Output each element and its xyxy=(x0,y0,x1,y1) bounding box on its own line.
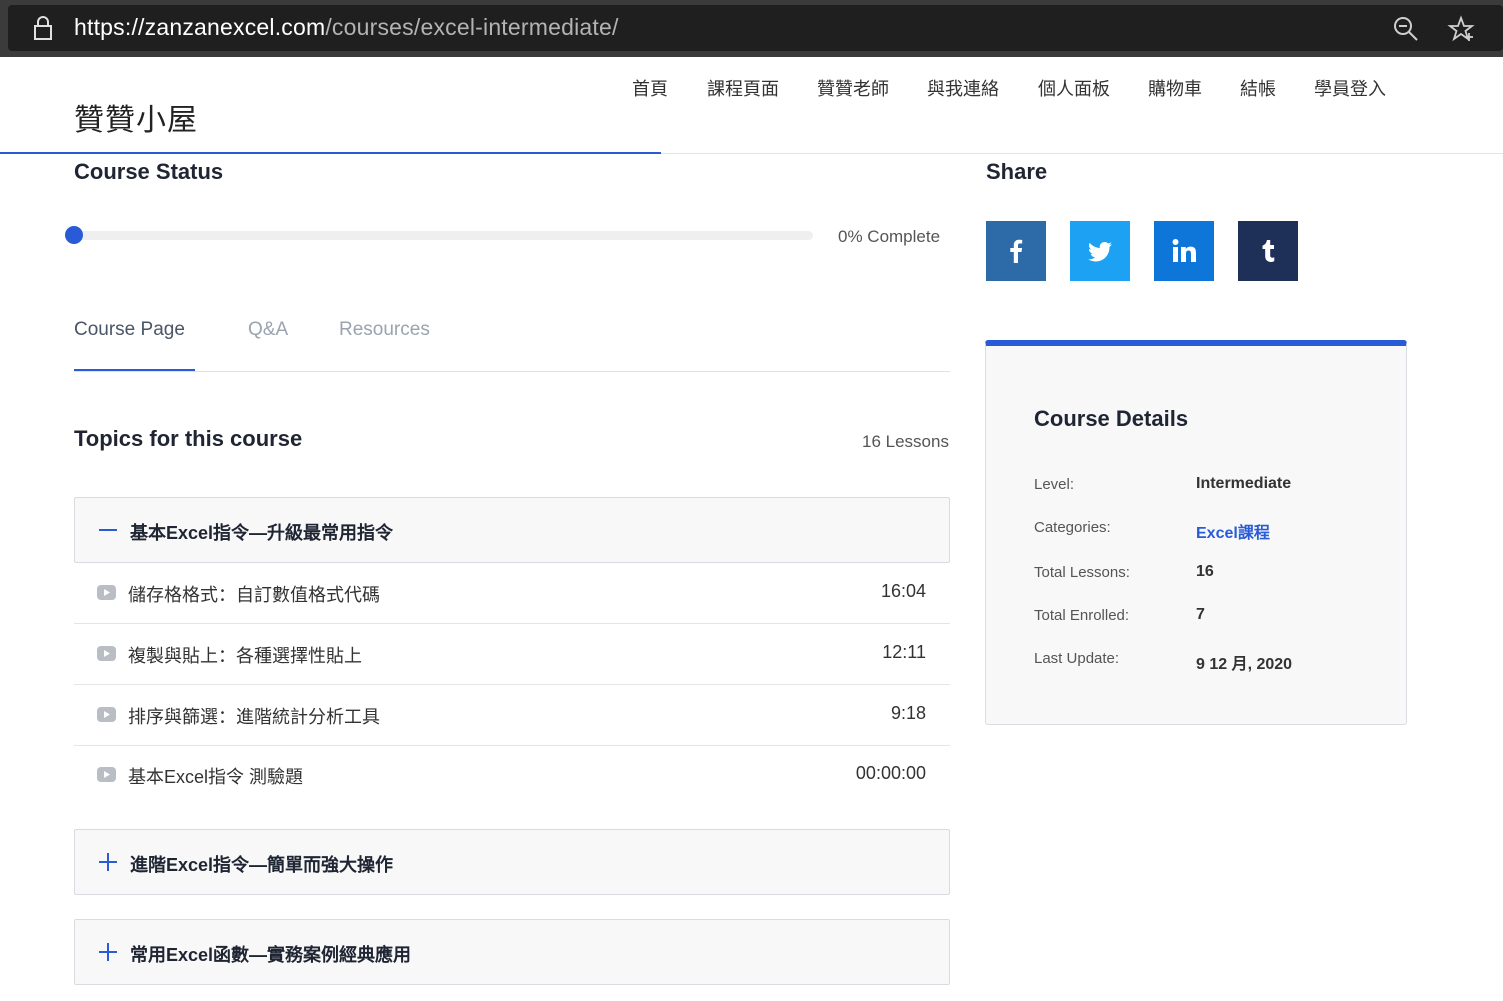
site-header: 贊贊小屋 首頁 課程頁面 贊贊老師 與我連絡 個人面板 購物車 結帳 學員登入 xyxy=(0,57,1503,154)
detail-value-total-enrolled: 7 xyxy=(1196,606,1205,623)
course-status-title: Course Status xyxy=(74,159,224,184)
lesson-duration: 00:00:00 xyxy=(855,763,926,783)
reading-progress-bar xyxy=(0,152,661,154)
topic-title: 進階Excel指令—簡單而強大操作 xyxy=(130,855,394,875)
lesson-row[interactable]: 基本Excel指令 測驗題 00:00:00 xyxy=(74,745,950,806)
video-play-icon xyxy=(97,707,116,722)
lock-icon xyxy=(34,16,52,40)
tab-course-page[interactable]: Course Page xyxy=(74,319,185,341)
share-title: Share xyxy=(986,159,1048,184)
lesson-duration: 16:04 xyxy=(880,581,926,601)
lesson-title: 儲存格格式：自訂數值格式代碼 xyxy=(128,585,380,605)
browser-address-bar: https://zanzanexcel.com/courses/excel-in… xyxy=(0,0,1503,57)
nav-item-login[interactable]: 學員登入 xyxy=(1314,75,1386,101)
main-nav: 首頁 課程頁面 贊贊老師 與我連絡 個人面板 購物車 結帳 學員登入 xyxy=(0,75,1503,105)
detail-value-categories-link[interactable]: Excel課程 xyxy=(1196,519,1270,543)
topics-title: Topics for this course xyxy=(74,426,303,451)
facebook-share-button[interactable] xyxy=(986,221,1046,281)
detail-label-last-update: Last Update: xyxy=(1034,650,1120,667)
linkedin-share-button[interactable] xyxy=(1154,221,1214,281)
detail-label-level: Level: xyxy=(1034,476,1075,493)
lesson-row[interactable]: 複製與貼上：各種選擇性貼上 12:11 xyxy=(74,624,950,685)
course-progress-track xyxy=(74,231,813,240)
course-details-title: Course Details xyxy=(1034,406,1189,431)
tab-qa[interactable]: Q&A xyxy=(248,319,288,341)
nav-item-contact[interactable]: 與我連絡 xyxy=(927,75,999,101)
lesson-row[interactable]: 儲存格格式：自訂數值格式代碼 16:04 xyxy=(74,563,950,624)
lesson-duration: 12:11 xyxy=(882,642,926,662)
topic-title: 常用Excel函數—實務案例經典應用 xyxy=(130,945,412,965)
video-play-icon xyxy=(97,585,116,600)
course-progress-handle xyxy=(65,226,83,244)
detail-value-total-lessons: 16 xyxy=(1196,563,1214,580)
nav-item-checkout[interactable]: 結帳 xyxy=(1240,75,1276,101)
topic-title: 基本Excel指令—升級最常用指令 xyxy=(130,523,394,543)
detail-value-level: Intermediate xyxy=(1196,475,1292,492)
topic-header-collapsed[interactable]: 進階Excel指令—簡單而強大操作 xyxy=(74,829,950,895)
course-tabs: Course Page Q&A Resources xyxy=(74,316,950,372)
facebook-icon xyxy=(1010,239,1023,263)
url-box[interactable]: https://zanzanexcel.com/courses/excel-in… xyxy=(8,5,1503,51)
lesson-duration: 9:18 xyxy=(890,703,926,723)
video-play-icon xyxy=(97,646,116,661)
tumblr-share-button[interactable] xyxy=(1238,221,1298,281)
nav-item-dashboard[interactable]: 個人面板 xyxy=(1038,75,1110,101)
topic-header-expanded[interactable]: 基本Excel指令—升級最常用指令 xyxy=(74,497,950,563)
detail-label-categories: Categories: xyxy=(1034,519,1111,536)
lessons-count: 16 Lessons xyxy=(862,432,949,451)
url-host: https://zanzanexcel.com xyxy=(74,14,326,40)
detail-value-last-update: 9 12 月, 2020 xyxy=(1196,656,1293,673)
star-icon[interactable] xyxy=(1447,15,1475,43)
active-tab-indicator xyxy=(74,369,195,371)
url-path: /courses/excel-intermediate/ xyxy=(325,14,619,40)
detail-label-total-lessons: Total Lessons: xyxy=(1034,564,1130,581)
tab-resources[interactable]: Resources xyxy=(339,319,430,341)
detail-label-total-enrolled: Total Enrolled: xyxy=(1034,607,1130,624)
url-text[interactable]: https://zanzanexcel.com/courses/excel-in… xyxy=(74,14,619,41)
course-progress-text: 0% Complete xyxy=(838,227,941,246)
linkedin-icon xyxy=(1172,239,1196,262)
zoom-icon[interactable] xyxy=(1392,15,1420,43)
nav-item-cart[interactable]: 購物車 xyxy=(1148,75,1202,101)
nav-item-teacher[interactable]: 贊贊老師 xyxy=(817,75,889,101)
nav-item-home[interactable]: 首頁 xyxy=(632,75,668,101)
twitter-share-button[interactable] xyxy=(1070,221,1130,281)
lesson-title: 排序與篩選：進階統計分析工具 xyxy=(128,707,380,727)
course-details-card: Course Details Level: Intermediate Categ… xyxy=(985,340,1407,725)
minus-icon[interactable] xyxy=(97,519,119,541)
plus-icon[interactable] xyxy=(97,851,119,873)
lesson-row[interactable]: 排序與篩選：進階統計分析工具 9:18 xyxy=(74,685,950,746)
lesson-title: 複製與貼上：各種選擇性貼上 xyxy=(128,646,362,666)
twitter-icon xyxy=(1088,242,1112,262)
tumblr-icon xyxy=(1262,240,1275,262)
plus-icon[interactable] xyxy=(97,941,119,963)
video-play-icon xyxy=(97,767,116,782)
lesson-title: 基本Excel指令 測驗題 xyxy=(128,767,304,787)
nav-item-course-page[interactable]: 課程頁面 xyxy=(707,75,779,101)
topic-header-collapsed[interactable]: 常用Excel函數—實務案例經典應用 xyxy=(74,919,950,985)
